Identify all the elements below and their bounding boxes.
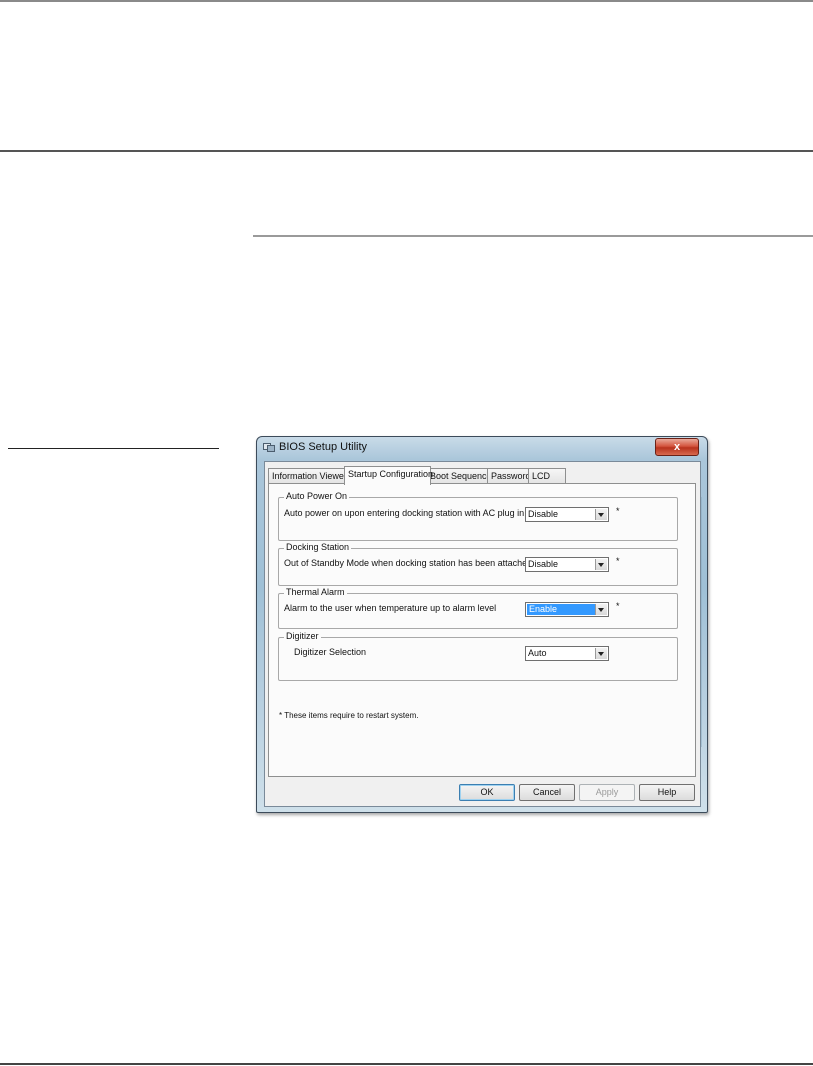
tab-password[interactable]: Password bbox=[487, 468, 533, 484]
group-thermal-alarm: Thermal Alarm Alarm to the user when tem… bbox=[278, 587, 678, 629]
app-icon bbox=[263, 443, 275, 452]
help-button[interactable]: Help bbox=[639, 784, 695, 801]
restart-asterisk: * bbox=[616, 506, 620, 516]
startup-configuration-panel: Auto Power On Auto power on upon enterin… bbox=[268, 483, 696, 777]
group-legend: Digitizer bbox=[284, 631, 321, 641]
section-rule bbox=[253, 235, 813, 237]
title-bar[interactable]: BIOS Setup Utility x bbox=[257, 437, 707, 457]
close-icon: x bbox=[673, 441, 681, 453]
group-digitizer: Digitizer Digitizer Selection Auto bbox=[278, 631, 678, 681]
auto-power-on-label: Auto power on upon entering docking stat… bbox=[284, 508, 525, 518]
group-docking-station: Docking Station Out of Standby Mode when… bbox=[278, 542, 678, 586]
group-legend: Docking Station bbox=[284, 542, 352, 552]
chevron-down-icon[interactable] bbox=[595, 648, 607, 659]
select-value: Auto bbox=[528, 648, 547, 658]
cancel-button[interactable]: Cancel bbox=[519, 784, 575, 801]
restart-asterisk: * bbox=[616, 556, 620, 566]
auto-power-on-select[interactable]: Disable bbox=[525, 507, 609, 522]
chevron-down-icon[interactable] bbox=[595, 559, 607, 570]
tab-startup-configuration[interactable]: Startup Configuration bbox=[344, 466, 433, 485]
footer-rule bbox=[0, 1063, 813, 1065]
group-legend: Thermal Alarm bbox=[284, 587, 347, 597]
group-legend: Auto Power On bbox=[284, 491, 350, 501]
dialog-client-area: Information Viewer Startup Configuration… bbox=[264, 461, 701, 807]
side-rule bbox=[8, 448, 219, 449]
window-title: BIOS Setup Utility bbox=[279, 441, 368, 453]
select-value: Disable bbox=[528, 509, 559, 519]
top-rule bbox=[0, 0, 813, 2]
digitizer-label: Digitizer Selection bbox=[294, 647, 367, 657]
select-value: Disable bbox=[528, 559, 559, 569]
chevron-down-icon[interactable] bbox=[595, 509, 607, 520]
restart-note: * These items require to restart system. bbox=[279, 711, 419, 720]
ok-button[interactable]: OK bbox=[459, 784, 515, 801]
tab-information-viewer[interactable]: Information Viewer bbox=[268, 468, 347, 484]
restart-asterisk: * bbox=[616, 601, 620, 611]
tab-boot-sequence[interactable]: Boot Sequence bbox=[426, 468, 492, 484]
header-rule bbox=[0, 150, 813, 152]
tab-strip: Information Viewer Startup Configuration… bbox=[268, 466, 698, 485]
tab-lcd[interactable]: LCD bbox=[528, 468, 566, 484]
bios-setup-window: BIOS Setup Utility x Information Viewer … bbox=[256, 436, 708, 813]
group-auto-power-on: Auto Power On Auto power on upon enterin… bbox=[278, 491, 678, 541]
close-button[interactable]: x bbox=[655, 438, 699, 456]
apply-button[interactable]: Apply bbox=[579, 784, 635, 801]
chevron-down-icon[interactable] bbox=[595, 604, 607, 615]
docking-station-label: Out of Standby Mode when docking station… bbox=[284, 558, 533, 568]
select-value: Enable bbox=[527, 604, 595, 615]
docking-station-select[interactable]: Disable bbox=[525, 557, 609, 572]
thermal-alarm-select[interactable]: Enable bbox=[525, 602, 609, 617]
digitizer-select[interactable]: Auto bbox=[525, 646, 609, 661]
thermal-alarm-label: Alarm to the user when temperature up to… bbox=[284, 603, 497, 613]
